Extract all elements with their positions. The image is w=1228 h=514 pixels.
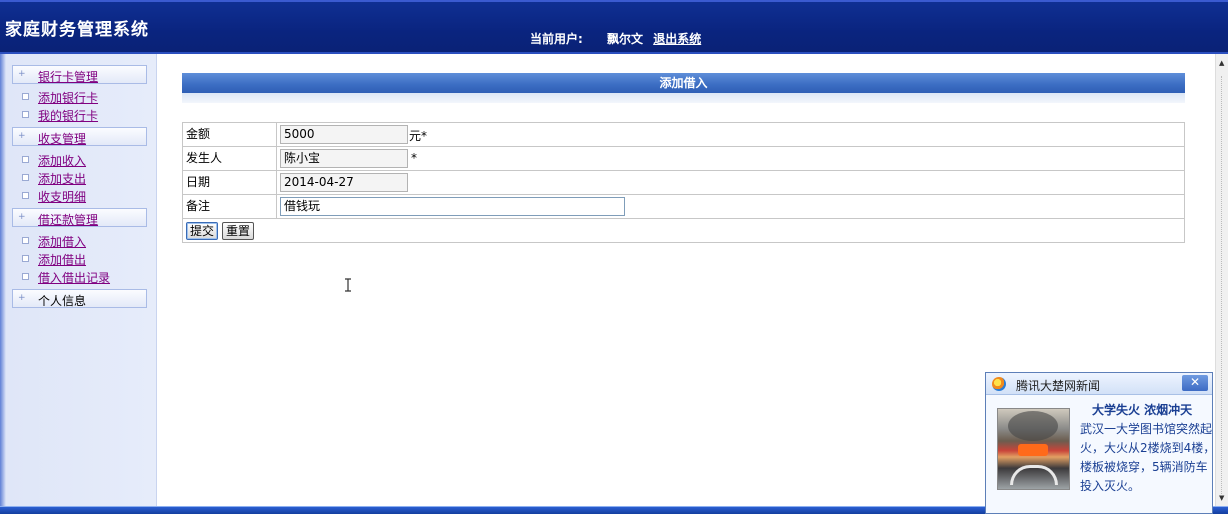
photo-building-arch	[1010, 465, 1058, 485]
current-user-name: 飘尔文	[607, 32, 644, 46]
news-body-line: 火，大火从2楼烧到4楼，	[1080, 441, 1216, 455]
sidebar-item-label[interactable]: 添加银行卡	[38, 89, 98, 106]
person-label: 发生人	[183, 147, 277, 170]
menu-group-bank-card[interactable]: + 银行卡管理	[12, 65, 147, 84]
sidebar-item-label[interactable]: 我的银行卡	[38, 107, 98, 124]
add-borrow-form: 金额 5000 元* 发生人 陈小宝 * 日期 2014-04-27 备注 借钱…	[182, 122, 1185, 292]
text-cursor-icon	[345, 278, 351, 292]
scroll-track[interactable]	[1221, 76, 1223, 494]
qq-news-logo-icon	[992, 377, 1006, 391]
list-bullet-icon	[22, 156, 29, 163]
sidebar: + 银行卡管理 添加银行卡 我的银行卡 + 收支管理 添加收入 添加支出 收支明…	[0, 54, 157, 506]
list-bullet-icon	[22, 273, 29, 280]
menu-group-label[interactable]: 银行卡管理	[38, 68, 98, 85]
sidebar-item-label[interactable]: 收支明细	[38, 188, 86, 205]
list-bullet-icon	[22, 93, 29, 100]
current-user-label: 当前用户:	[530, 32, 583, 46]
expand-plus-icon: +	[18, 212, 26, 222]
sidebar-item-label[interactable]: 添加借出	[38, 251, 86, 268]
list-bullet-icon	[22, 255, 29, 262]
sidebar-item-label[interactable]: 借入借出记录	[38, 269, 110, 286]
logout-link[interactable]: 退出系统	[653, 30, 701, 47]
app-title: 家庭财务管理系统	[5, 20, 149, 40]
form-row-note: 备注 借钱玩	[183, 195, 1184, 292]
list-bullet-icon	[22, 237, 29, 244]
amount-label: 金额	[183, 123, 277, 146]
panel-title: 添加借入	[182, 73, 1185, 93]
news-source: 腾讯大楚网新闻	[1016, 379, 1101, 393]
form-row-person: 发生人 陈小宝 *	[183, 147, 1184, 171]
panel-title-shade	[182, 93, 1185, 103]
note-label: 备注	[183, 195, 277, 218]
scroll-down-arrow-icon[interactable]: ▼	[1219, 494, 1224, 502]
menu-group-label[interactable]: 个人信息	[38, 292, 86, 309]
sidebar-item-label[interactable]: 添加借入	[38, 233, 86, 250]
news-body[interactable]: 武汉一大学图书馆突然起 火，大火从2楼烧到4楼， 楼板被烧穿，5辆消防车 投入灭…	[1080, 420, 1216, 496]
list-bullet-icon	[22, 192, 29, 199]
menu-group-label[interactable]: 收支管理	[38, 130, 86, 147]
news-body-line: 楼板被烧穿，5辆消防车	[1080, 460, 1208, 474]
expand-plus-icon: +	[18, 293, 26, 303]
menu-group-personal-info[interactable]: + 个人信息	[12, 289, 147, 308]
submit-button[interactable]: 提交	[186, 222, 218, 240]
menu-group-label[interactable]: 借还款管理	[38, 211, 98, 228]
user-bar: 当前用户: 飘尔文 退出系统	[530, 30, 701, 47]
menu-group-income-expense[interactable]: + 收支管理	[12, 127, 147, 146]
news-popup[interactable]: 腾讯大楚网新闻 ✕ 大学失火 浓烟冲天 武汉一大学图书馆突然起 火，大火从2楼烧…	[985, 372, 1216, 514]
news-popup-header: 腾讯大楚网新闻 ✕	[986, 373, 1212, 395]
close-icon[interactable]: ✕	[1182, 375, 1208, 391]
news-headline[interactable]: 大学失火 浓烟冲天	[1092, 401, 1192, 418]
sidebar-item-label[interactable]: 添加收入	[38, 152, 86, 169]
note-input[interactable]: 借钱玩	[280, 197, 625, 216]
expand-plus-icon: +	[18, 131, 26, 141]
menu-group-loans[interactable]: + 借还款管理	[12, 208, 147, 227]
photo-fire	[1018, 444, 1048, 456]
required-asterisk: *	[411, 151, 417, 165]
amount-input[interactable]: 5000	[280, 125, 408, 144]
date-input[interactable]: 2014-04-27	[280, 173, 408, 192]
amount-suffix: 元*	[409, 129, 428, 143]
news-body-line: 武汉一大学图书馆突然起	[1080, 422, 1213, 436]
form-row-amount: 金额 5000 元*	[183, 123, 1184, 147]
expand-plus-icon: +	[18, 69, 26, 79]
scroll-up-arrow-icon[interactable]: ▲	[1219, 59, 1224, 67]
person-input[interactable]: 陈小宝	[280, 149, 408, 168]
photo-smoke	[1008, 411, 1058, 441]
list-bullet-icon	[22, 174, 29, 181]
news-photo[interactable]	[997, 408, 1070, 490]
list-bullet-icon	[22, 111, 29, 118]
app-header: 家庭财务管理系统 当前用户: 飘尔文 退出系统	[0, 0, 1228, 54]
reset-button[interactable]: 重置	[222, 222, 254, 240]
date-label: 日期	[183, 171, 277, 194]
vertical-scrollbar[interactable]: ▲ ▼	[1215, 54, 1228, 506]
form-row-date: 日期 2014-04-27	[183, 171, 1184, 195]
sidebar-item-label[interactable]: 添加支出	[38, 170, 86, 187]
news-body-line: 投入灭火。	[1080, 479, 1141, 493]
